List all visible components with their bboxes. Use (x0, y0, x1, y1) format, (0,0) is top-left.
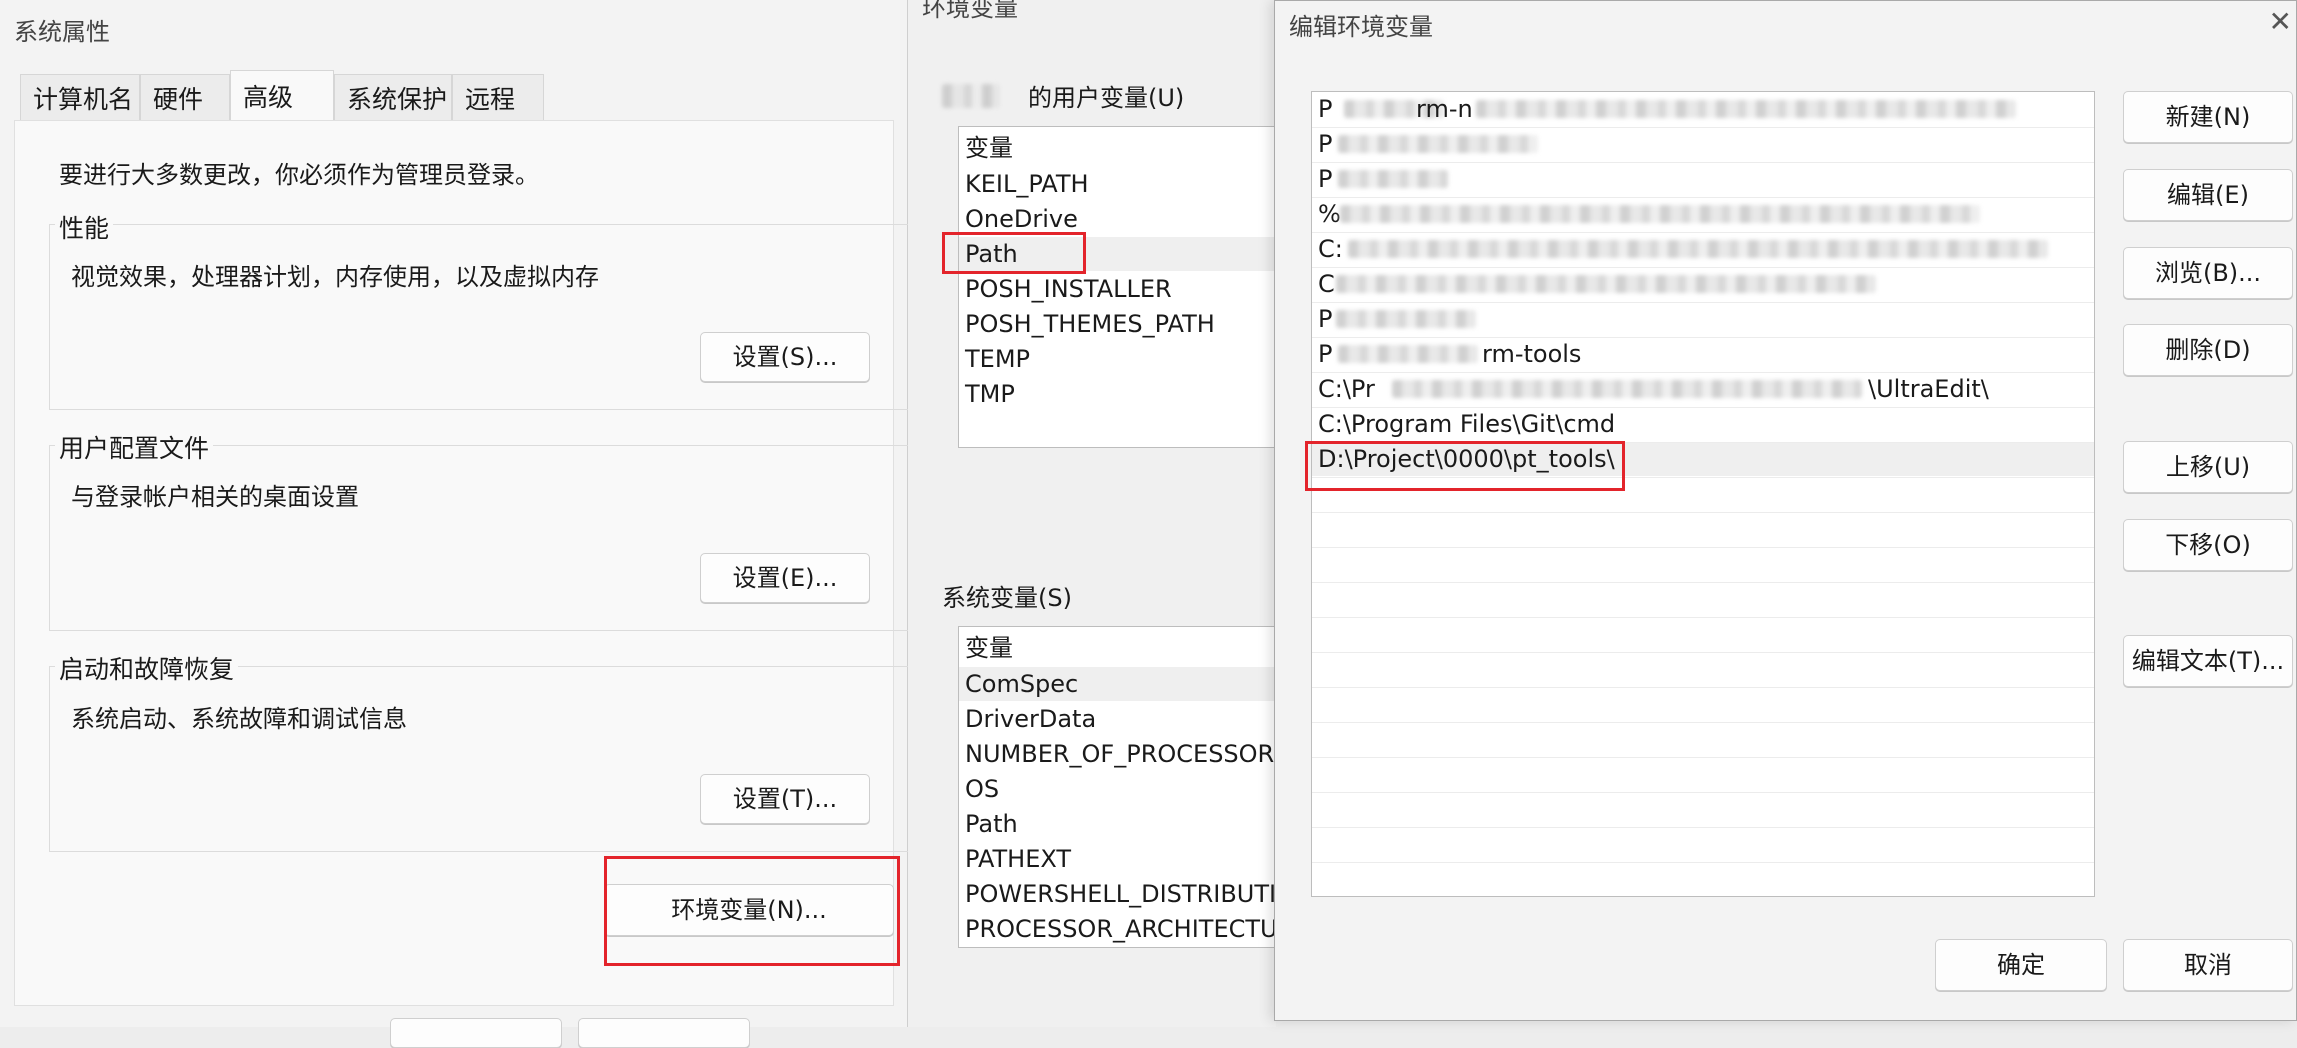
tab-computer-name[interactable]: 计算机名 (20, 74, 140, 120)
profile-group (49, 445, 911, 631)
performance-title: 性能 (55, 209, 114, 245)
list-item[interactable]: P (1318, 162, 1332, 196)
list-item[interactable]: OneDrive (965, 202, 1078, 236)
list-header: 变量 (965, 634, 1013, 662)
list-item[interactable]: % (1318, 197, 1341, 231)
window-title: 系统属性 (14, 18, 110, 46)
edit-button[interactable]: 编辑(E) (2123, 169, 2293, 221)
profile-settings-button[interactable]: 设置(E)... (700, 553, 870, 603)
tab-system-protection[interactable]: 系统保护 (334, 74, 452, 120)
list-item[interactable]: PROCESSOR_ARCHITECTU... (965, 912, 1297, 946)
list-item-tail: rm-tools (1482, 340, 1582, 368)
window-title: 环境变量 (922, 0, 1018, 22)
list-item-tail: rm-n (1416, 95, 1473, 123)
performance-group (49, 224, 911, 410)
admin-note: 要进行大多数更改，你必须作为管理员登录。 (59, 161, 539, 189)
list-header: 变量 (965, 134, 1013, 162)
user-vars-list[interactable]: 变量 KEIL_PATH OneDrive Path POSH_INSTALLE… (958, 126, 1298, 448)
system-properties-window: 系统属性 计算机名 硬件 高级 系统保护 远程 要进行大多数更改，你必须作为管理… (0, 0, 911, 1048)
list-item[interactable]: KEIL_PATH (965, 167, 1089, 201)
list-item[interactable]: TEMP (965, 342, 1030, 376)
cancel-button[interactable]: 取消 (2123, 939, 2293, 991)
edit-environment-variable-window: 编辑环境变量 ✕ P rm-n P P % C: C P P rm-tools … (1274, 0, 2297, 1021)
cancel-button[interactable] (578, 1018, 750, 1048)
list-item[interactable]: C: (1318, 232, 1343, 266)
ok-button[interactable] (390, 1018, 562, 1048)
list-item[interactable]: Path (965, 807, 1018, 841)
list-item[interactable]: ComSpec (965, 667, 1078, 701)
highlight-env-button (604, 856, 900, 966)
redacted-username (942, 84, 1000, 108)
list-item[interactable]: P (1318, 127, 1332, 161)
list-item[interactable]: C:\Pr (1318, 372, 1375, 406)
list-item[interactable]: NUMBER_OF_PROCESSORS (965, 737, 1289, 771)
startup-settings-button[interactable]: 设置(T)... (700, 774, 870, 824)
list-item[interactable]: DriverData (965, 702, 1096, 736)
list-item[interactable]: POSH_THEMES_PATH (965, 307, 1215, 341)
ok-button[interactable]: 确定 (1935, 939, 2107, 991)
list-item[interactable]: C:\Program Files\Git\cmd (1318, 407, 1615, 441)
path-entries-list[interactable]: P rm-n P P % C: C P P rm-tools C:\Pr \Ul… (1311, 91, 2095, 897)
environment-variables-window: 环境变量 的用户变量(U) 变量 KEIL_PATH OneDrive Path… (908, 0, 1298, 1027)
startup-group (49, 666, 911, 852)
close-icon[interactable]: ✕ (2269, 5, 2292, 38)
profile-desc: 与登录帐户相关的桌面设置 (71, 483, 359, 511)
edit-text-button[interactable]: 编辑文本(T)... (2123, 635, 2293, 687)
new-button[interactable]: 新建(N) (2123, 91, 2293, 143)
list-item[interactable]: POWERSHELL_DISTRIBUTI... (965, 877, 1297, 911)
list-item[interactable]: PATHEXT (965, 842, 1071, 876)
delete-button[interactable]: 删除(D) (2123, 324, 2293, 376)
tab-remote[interactable]: 远程 (452, 74, 544, 120)
performance-settings-button[interactable]: 设置(S)... (700, 332, 870, 382)
tab-hardware[interactable]: 硬件 (140, 74, 230, 120)
list-item[interactable]: P (1318, 302, 1332, 336)
list-item[interactable]: P (1318, 92, 1332, 126)
list-item-tail: \UltraEdit\ (1868, 375, 1989, 403)
profile-title: 用户配置文件 (55, 429, 214, 465)
startup-title: 启动和故障恢复 (55, 650, 239, 686)
list-item[interactable]: TMP (965, 377, 1015, 411)
list-item[interactable]: P (1318, 337, 1332, 371)
tab-advanced[interactable]: 高级 (230, 70, 334, 122)
system-vars-list[interactable]: 变量 ComSpec DriverData NUMBER_OF_PROCESSO… (958, 626, 1298, 948)
startup-desc: 系统启动、系统故障和调试信息 (71, 705, 407, 733)
highlight-path (942, 232, 1086, 274)
window-title: 编辑环境变量 (1289, 13, 1433, 41)
system-vars-label: 系统变量(S) (942, 584, 1072, 612)
list-item[interactable]: C (1318, 267, 1335, 301)
highlight-new-entry (1305, 441, 1625, 491)
user-vars-label: 的用户变量(U) (1028, 84, 1185, 112)
list-item[interactable]: POSH_INSTALLER (965, 272, 1172, 306)
performance-desc: 视觉效果，处理器计划，内存使用，以及虚拟内存 (71, 263, 599, 291)
list-item[interactable]: OS (965, 772, 999, 806)
browse-button[interactable]: 浏览(B)... (2123, 247, 2293, 299)
move-up-button[interactable]: 上移(U) (2123, 441, 2293, 493)
move-down-button[interactable]: 下移(O) (2123, 519, 2293, 571)
